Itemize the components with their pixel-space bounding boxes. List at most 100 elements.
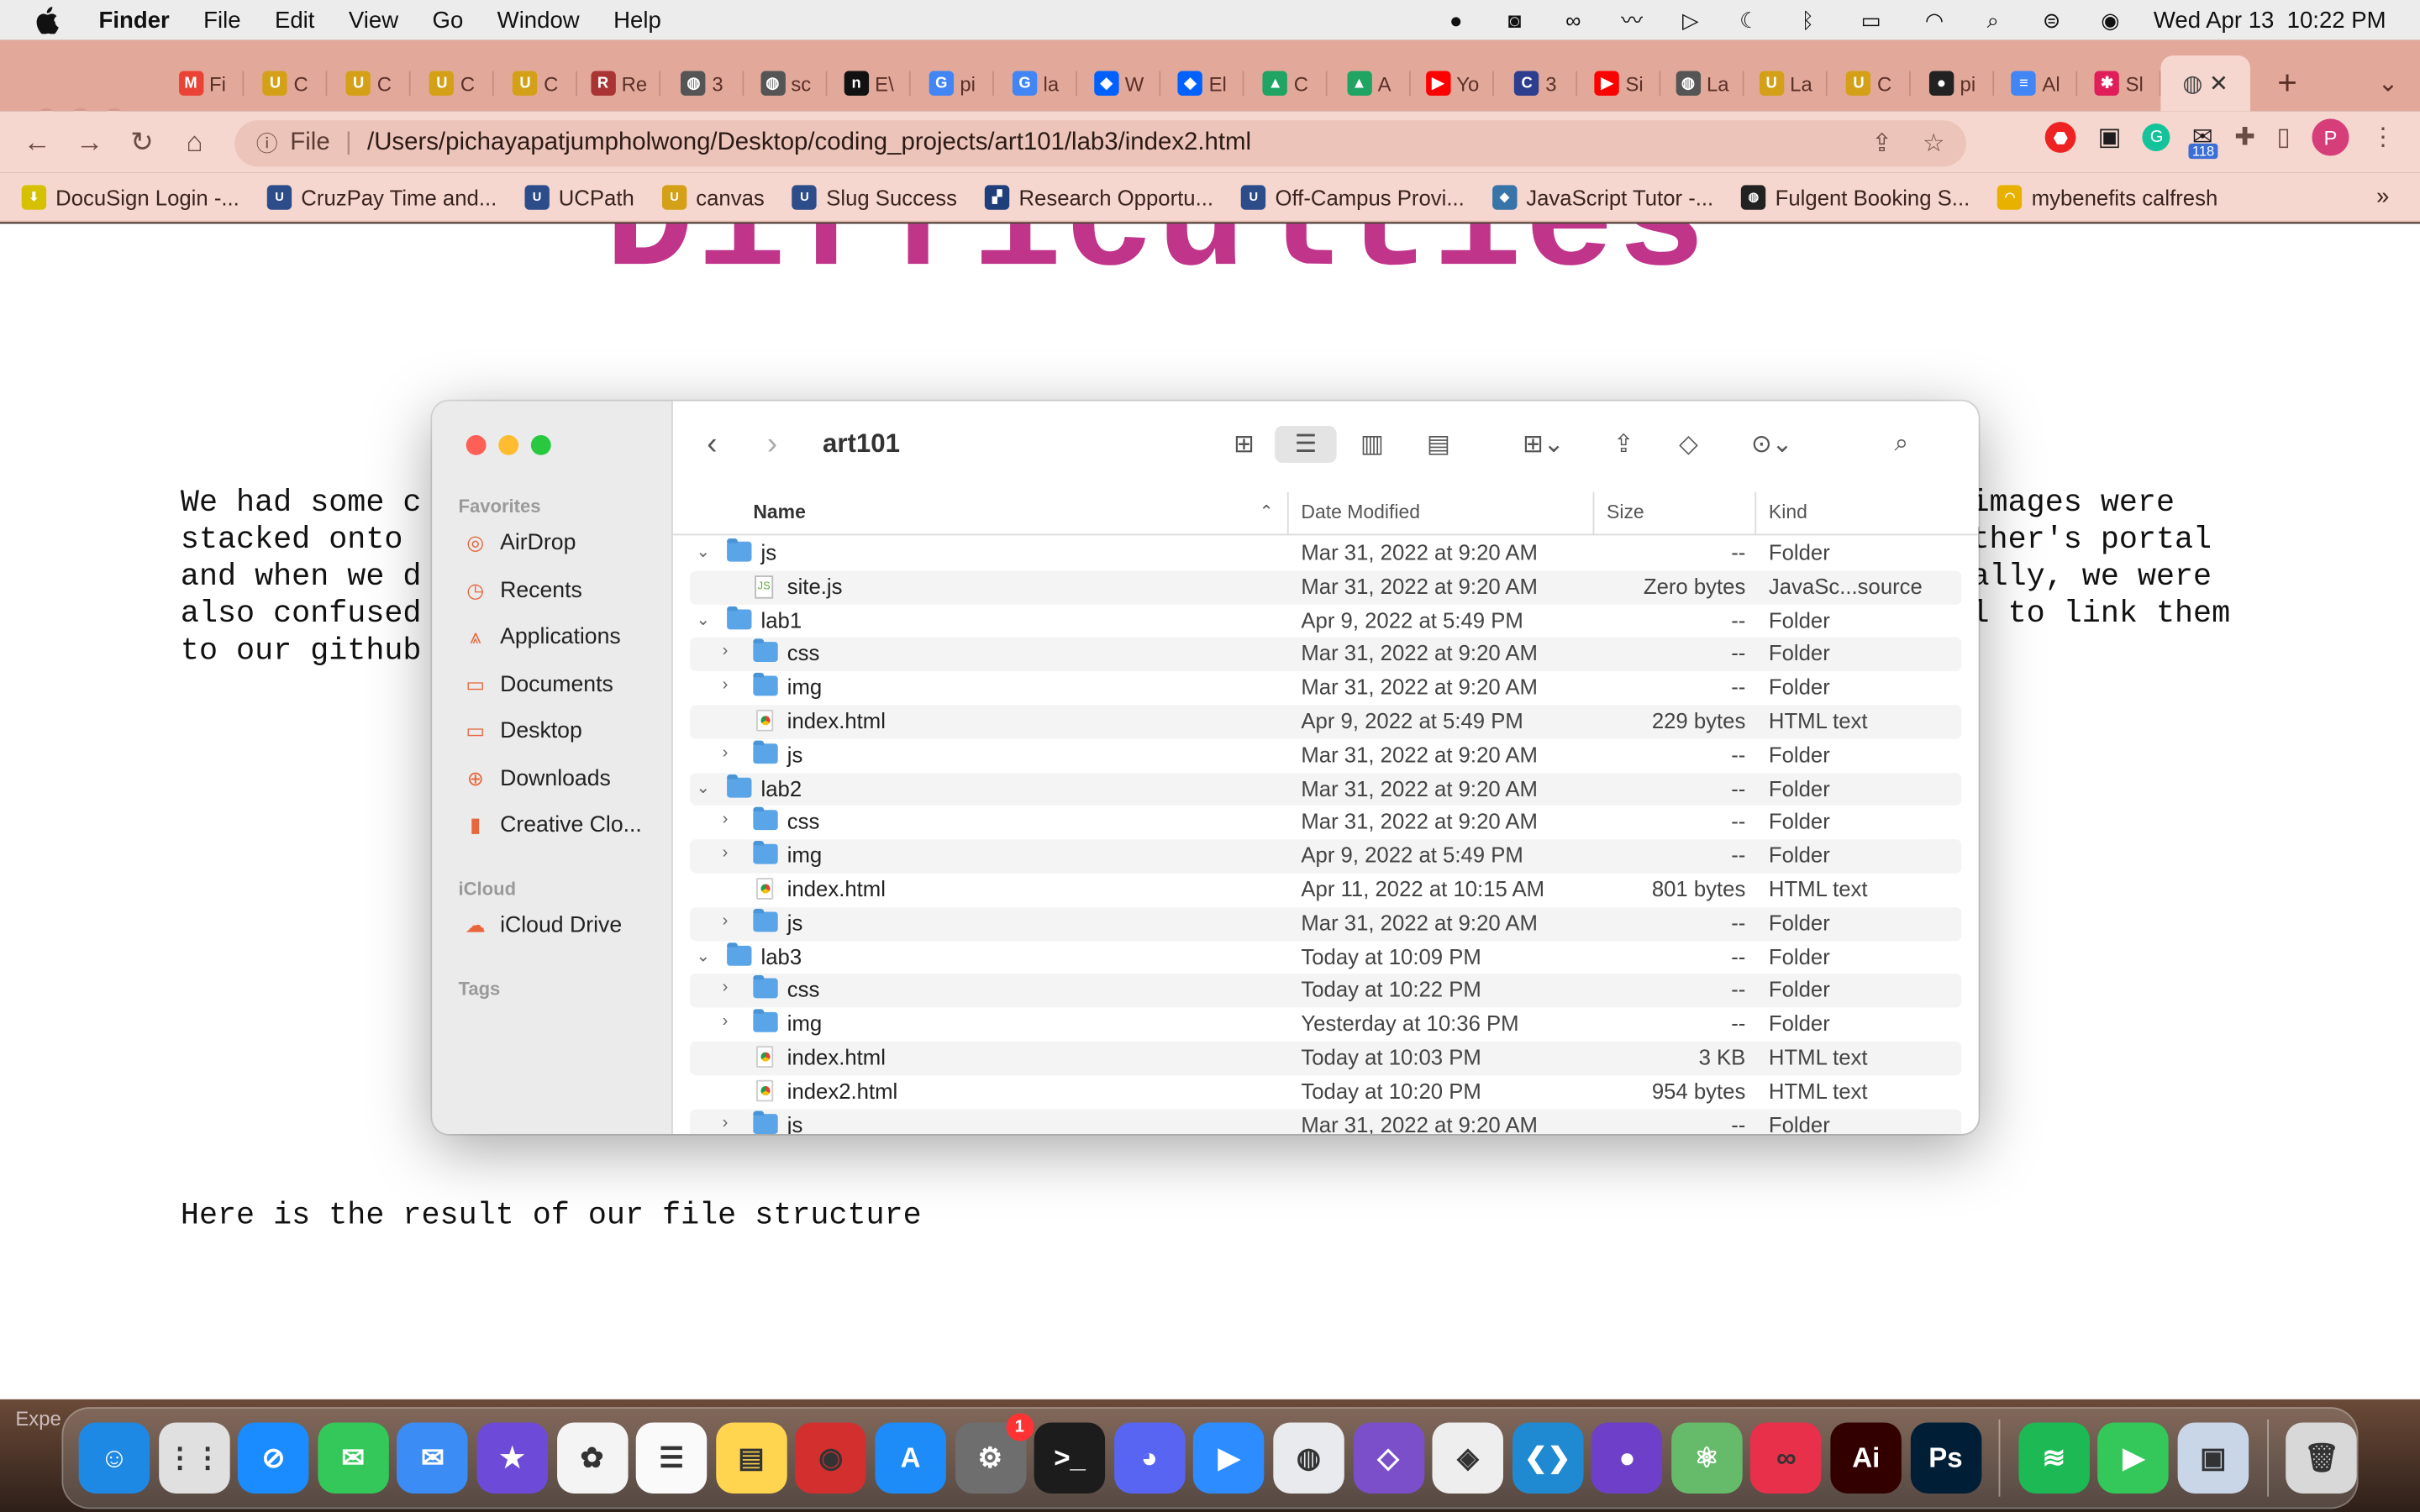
- column-divider[interactable]: [1286, 491, 1289, 536]
- sidebar-item-applications[interactable]: ⩓ Applications: [463, 625, 621, 649]
- sidebar-item-airdrop[interactable]: ◎ AirDrop: [463, 531, 576, 555]
- browser-tab[interactable]: Gpi: [911, 55, 994, 111]
- browser-tab[interactable]: U La: [1744, 55, 1828, 111]
- minimize-window-button[interactable]: [498, 434, 519, 455]
- browser-tab[interactable]: ▲ A: [1328, 55, 1411, 111]
- app-store-icon[interactable]: A: [875, 1422, 946, 1494]
- bookmark-item[interactable]: ◍ Fulgent Booking S...: [1741, 184, 1970, 209]
- browser-tab[interactable]: ≡ Al: [1994, 55, 2078, 111]
- menu-window[interactable]: Window: [497, 7, 580, 33]
- github-desktop-icon[interactable]: ●: [1591, 1422, 1663, 1494]
- sidebar-item-creative-clo[interactable]: ▮ Creative Clo...: [463, 813, 642, 837]
- browser-tab[interactable]: ✱ Sl: [2077, 55, 2161, 111]
- gallery-view-icon[interactable]: ▤: [1417, 426, 1460, 463]
- bookmark-item[interactable]: U Slug Success: [792, 184, 957, 209]
- creative-cloud-menu-icon[interactable]: ∞: [1558, 6, 1589, 34]
- column-date-modified[interactable]: Date Modified: [1301, 501, 1420, 523]
- creative-cloud-icon[interactable]: ∞: [1750, 1422, 1823, 1494]
- disclosure-open-icon[interactable]: ⌄: [696, 945, 714, 965]
- mail-icon[interactable]: ✉: [397, 1422, 469, 1494]
- new-tab-button[interactable]: +: [2250, 55, 2324, 111]
- bookmarks-more[interactable]: »: [2376, 184, 2389, 210]
- sidebar-item-downloads[interactable]: ⊕ Downloads: [463, 766, 611, 790]
- file-row[interactable]: › css Today at 10:22 PM -- Folder: [690, 974, 1962, 1008]
- tab-search-chevron-icon[interactable]: ⌄: [2378, 68, 2399, 99]
- file-row[interactable]: index.html Apr 9, 2022 at 5:49 PM 229 byte…: [690, 705, 1962, 739]
- share-icon[interactable]: ⇪: [1605, 426, 1642, 463]
- reload-icon[interactable]: ↻: [116, 118, 168, 165]
- bookmark-item[interactable]: U CruzPay Time and...: [266, 184, 497, 209]
- control-center-icon[interactable]: ⊜: [2036, 6, 2067, 34]
- disclosure-closed-icon[interactable]: ›: [723, 911, 741, 930]
- share-icon[interactable]: ⇪: [1871, 128, 1892, 159]
- close-tab-icon[interactable]: ✕: [2209, 70, 2228, 97]
- bookmark-item[interactable]: U Off-Campus Provi...: [1241, 184, 1465, 209]
- disclosure-closed-icon[interactable]: ›: [723, 743, 741, 762]
- disclosure-closed-icon[interactable]: ›: [723, 811, 741, 829]
- browser-tab[interactable]: ● pi: [1911, 55, 1995, 111]
- disclosure-open-icon[interactable]: ⌄: [696, 542, 714, 562]
- facetime-icon[interactable]: ▶: [2097, 1422, 2170, 1494]
- siri-icon[interactable]: ◉: [2095, 6, 2126, 34]
- mail-extension-icon[interactable]: ✉ 118: [2189, 122, 2217, 160]
- browser-tab[interactable]: R Re: [577, 55, 661, 111]
- search-icon[interactable]: ⌕: [1883, 426, 1920, 463]
- sidebar-item-icloud-drive[interactable]: ☁ iCloud Drive: [463, 913, 622, 937]
- notes-icon[interactable]: ▤: [715, 1422, 787, 1494]
- bookmark-item[interactable]: Ucanvas: [661, 184, 765, 209]
- discord-icon[interactable]: ◕: [1113, 1422, 1186, 1494]
- browser-tab[interactable]: M Fi: [160, 55, 245, 111]
- browser-tab[interactable]: UC: [1828, 55, 1911, 111]
- spotlight-search-icon[interactable]: ⌕: [1977, 6, 2008, 34]
- menu-app-name[interactable]: Finder: [99, 7, 170, 33]
- trash-icon[interactable]: 🗑: [2286, 1422, 2358, 1494]
- info-icon[interactable]: ⓘ: [256, 128, 278, 159]
- menu-clock[interactable]: Wed Apr 13 10:22 PM: [2154, 7, 2386, 33]
- file-row[interactable]: JS site.js Mar 31, 2022 at 9:20 AM Zero byt…: [690, 570, 1962, 605]
- menu-file[interactable]: File: [203, 7, 240, 33]
- play-icon[interactable]: ▷: [1675, 6, 1706, 34]
- file-row[interactable]: ⌄ lab2 Mar 31, 2022 at 9:20 AM -- Folder: [690, 772, 1962, 806]
- browser-tab[interactable]: n E\: [827, 55, 911, 111]
- sort-chevron-icon[interactable]: ⌃: [1260, 501, 1274, 522]
- file-row[interactable]: › css Mar 31, 2022 at 9:20 AM -- Folder: [690, 638, 1962, 672]
- list-view-icon[interactable]: ☰: [1275, 425, 1337, 464]
- bookmark-star-icon[interactable]: ☆: [1923, 128, 1944, 159]
- file-row[interactable]: › img Mar 31, 2022 at 9:20 AM -- Folder: [690, 671, 1961, 705]
- safari-icon[interactable]: ⊘: [238, 1422, 309, 1494]
- sidebar-icon[interactable]: ▯: [2277, 122, 2291, 153]
- photos-icon[interactable]: ✿: [556, 1422, 628, 1494]
- column-kind[interactable]: Kind: [1769, 501, 1807, 523]
- file-row[interactable]: index2.html Today at 10:20 PM 954 bytes HTM…: [690, 1075, 1961, 1109]
- browser-tab[interactable]: ◍ sc: [744, 55, 828, 111]
- group-icon[interactable]: ⊞⌄: [1512, 426, 1574, 463]
- menu-help[interactable]: Help: [613, 7, 661, 33]
- scribble-icon[interactable]: 〰: [1617, 6, 1648, 34]
- disclosure-closed-icon[interactable]: ›: [723, 676, 741, 695]
- profile-avatar[interactable]: P: [2312, 118, 2349, 156]
- file-row[interactable]: index.html Apr 11, 2022 at 10:15 AM 801 by…: [690, 874, 1961, 907]
- browser-tab[interactable]: Gla: [994, 55, 1078, 111]
- icon-view-icon[interactable]: ⊞: [1225, 426, 1262, 463]
- browser-tab[interactable]: ▲ C: [1244, 55, 1328, 111]
- browser-tab[interactable]: UC: [244, 55, 328, 111]
- system-preferences-icon[interactable]: ⚙ 1: [955, 1413, 1034, 1494]
- file-row[interactable]: › js Mar 31, 2022 at 9:20 AM -- Folder: [690, 1108, 1962, 1135]
- disclosure-closed-icon[interactable]: ›: [723, 844, 741, 863]
- file-row[interactable]: ⌄ lab3 Today at 10:09 PM -- Folder: [690, 941, 1961, 974]
- picture-in-picture-icon[interactable]: ▣: [2098, 122, 2122, 153]
- column-view-icon[interactable]: ▥: [1352, 426, 1392, 463]
- disclosure-open-icon[interactable]: ⌄: [696, 609, 714, 629]
- terminal-icon[interactable]: >_: [1034, 1422, 1106, 1494]
- browser-tab[interactable]: ◆ El: [1160, 55, 1244, 111]
- moon-icon[interactable]: ☾: [1733, 6, 1765, 34]
- menu-edit[interactable]: Edit: [275, 7, 314, 33]
- back-arrow-icon[interactable]: ←: [11, 118, 63, 165]
- vscode-icon[interactable]: ❮❯: [1512, 1422, 1583, 1494]
- disclosure-open-icon[interactable]: ⌄: [696, 777, 714, 797]
- launchpad-icon[interactable]: ⋮⋮: [158, 1422, 229, 1494]
- column-divider[interactable]: [1592, 491, 1595, 536]
- atom-icon[interactable]: ⚛: [1670, 1422, 1743, 1494]
- column-size[interactable]: Size: [1607, 501, 1644, 523]
- unity-icon[interactable]: ◈: [1432, 1422, 1504, 1494]
